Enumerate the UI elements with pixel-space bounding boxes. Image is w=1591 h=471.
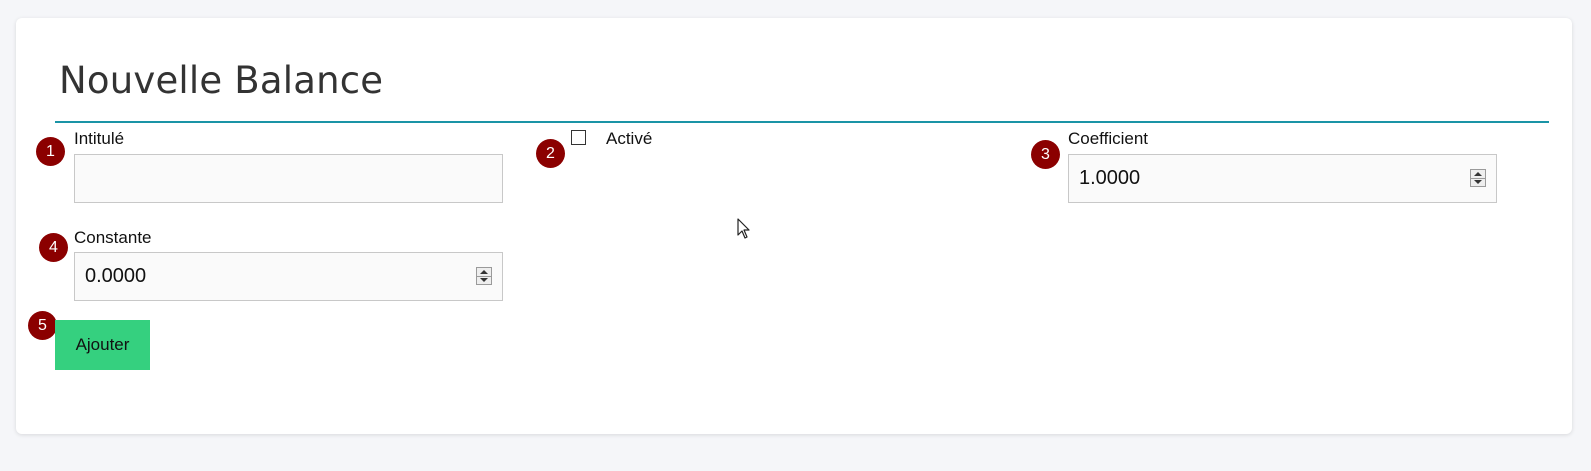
coefficient-input[interactable]: 1.0000 bbox=[1068, 154, 1497, 203]
coefficient-value: 1.0000 bbox=[1079, 167, 1141, 189]
active-label: Activé bbox=[606, 129, 653, 148]
page-title: Nouvelle Balance bbox=[59, 59, 384, 102]
step-marker-1: 1 bbox=[36, 137, 65, 166]
coefficient-stepper[interactable] bbox=[1470, 169, 1486, 187]
step-marker-5: 5 bbox=[28, 311, 57, 340]
mouse-pointer-icon bbox=[737, 218, 750, 239]
decrement-arrow-icon[interactable] bbox=[1471, 178, 1485, 186]
step-marker-4: 4 bbox=[39, 233, 68, 262]
form-card: Nouvelle Balance 1 Intitulé 2 Activé 3 C… bbox=[16, 18, 1572, 434]
add-button[interactable]: Ajouter bbox=[55, 320, 150, 370]
coefficient-label: Coefficient bbox=[1068, 129, 1149, 148]
constante-input[interactable]: 0.0000 bbox=[74, 252, 503, 301]
title-underline bbox=[55, 121, 1549, 123]
active-checkbox[interactable] bbox=[571, 130, 586, 145]
intitule-input[interactable] bbox=[74, 154, 503, 203]
decrement-arrow-icon[interactable] bbox=[477, 276, 491, 284]
step-marker-2: 2 bbox=[536, 139, 565, 168]
constante-stepper[interactable] bbox=[476, 267, 492, 285]
step-marker-3: 3 bbox=[1031, 140, 1060, 169]
constante-label: Constante bbox=[74, 228, 152, 247]
intitule-label: Intitulé bbox=[74, 129, 125, 148]
constante-value: 0.0000 bbox=[85, 265, 147, 287]
